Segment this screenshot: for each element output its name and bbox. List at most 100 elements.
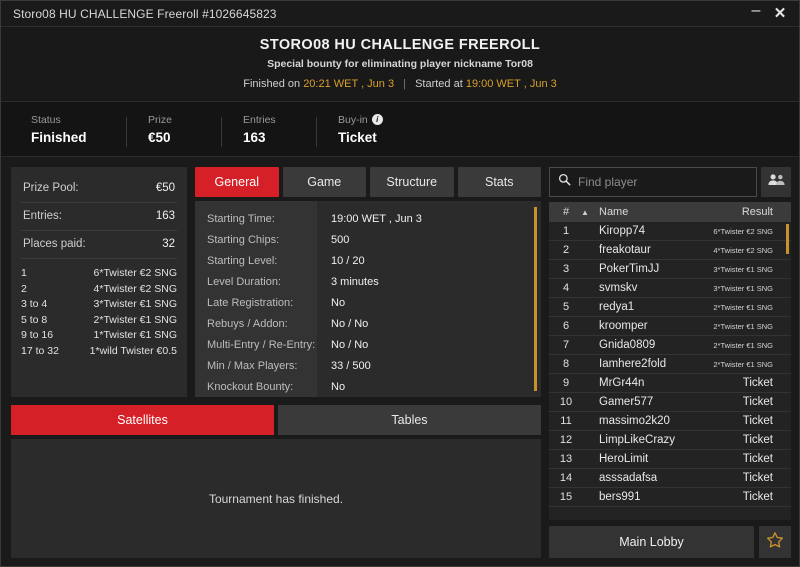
table-row[interactable]: 13 HeroLimit Ticket [549,450,791,469]
general-info-label: Starting Level: [207,255,278,267]
table-row[interactable]: 12 LimpLikeCrazy Ticket [549,431,791,450]
general-scrollbar[interactable] [534,207,537,391]
search-input[interactable] [578,175,748,189]
tab-tables[interactable]: Tables [278,405,541,435]
status-item-status: Status Finished [31,114,126,145]
column-header-number[interactable]: # [555,206,577,218]
search-box[interactable] [549,167,757,197]
player-name: LimpLikeCrazy [599,434,676,446]
tab-structure[interactable]: Structure [370,167,454,197]
general-info-value: No / No [331,318,369,330]
detail-tab-panel: General Game Structure Stats Starting Time:… [195,167,541,397]
player-result: 3*Twister €1 SNG [713,264,773,274]
player-name: HeroLimit [599,453,649,465]
table-row[interactable]: 14 asssadafsa Ticket [549,469,791,488]
player-result: Ticket [742,472,773,484]
player-rank: 6 [562,320,570,332]
player-rank: 5 [562,301,570,313]
player-result: 2*Twister €1 SNG [713,321,773,331]
info-icon[interactable]: i [371,114,383,125]
payout-row: 9 to 16 1*Twister €1 SNG [21,328,177,344]
right-column: # ▲ Name Result 1 Kiropp74 6*Twister €2 SN… [549,167,791,558]
payout-place: 17 to 32 [21,344,59,357]
general-scrollbar-thumb[interactable] [534,207,537,391]
table-row[interactable]: 10 Gamer577 Ticket [549,393,791,412]
general-info-value: 33 / 500 [331,360,371,372]
player-scrollbar-thumb[interactable] [786,224,789,254]
player-result: Ticket [742,415,773,427]
status-item-prize: Prize €50 [126,114,221,147]
player-name: PokerTimJJ [599,263,660,275]
player-name: redya1 [599,301,635,313]
payout-place: 3 to 4 [21,298,48,310]
lower-section: Satellites Tables Tournament has finished… [11,405,541,558]
general-info-labels: Starting Time: Starting Chips: Starting Le… [195,201,317,397]
favorite-star-button[interactable] [759,526,791,558]
tab-stats[interactable]: Stats [457,167,541,197]
player-rank: 14 [559,472,573,484]
status-label-text: Status [31,113,61,126]
tab-general[interactable]: General [195,167,279,197]
search-row [549,167,791,197]
prize-pool-panel: Prize Pool: €50 Entries: 163 Places paid: 32 … [11,167,187,397]
player-rank: 12 [559,434,573,446]
general-info-label: Starting Time: [207,213,275,225]
minimize-button[interactable]: – [745,3,767,25]
search-icon [558,173,571,191]
tournament-title: STORO08 HU CHALLENGE FREEROLL [259,37,541,53]
tab-satellites[interactable]: Satellites [11,405,274,435]
general-info-values: 19:00 WET , Jun 3 500 10 / 20 3 minutes No No… [317,201,541,397]
prize-summary-label: Prize Pool: [23,182,79,194]
prize-summary-value: €50 [155,182,175,194]
star-icon [766,531,784,554]
table-row[interactable]: 9 MrGr44n Ticket [549,374,791,393]
status-item-value: 163 [243,129,266,145]
tab-game[interactable]: Game [282,167,366,197]
table-row[interactable]: 11 massimo2k20 Ticket [549,412,791,431]
player-rows: 1 Kiropp74 6*Twister €2 SNG 2 freakotaur 4*Tw… [549,222,791,520]
status-label-text: Buy-in [338,113,368,126]
close-button[interactable]: ✕ [769,3,791,25]
started-label: Started at [415,78,463,90]
player-rank: 9 [562,377,570,389]
table-row[interactable]: 1 Kiropp74 6*Twister €2 SNG [549,222,791,241]
payout-place: 2 [21,282,27,295]
table-row[interactable]: 7 Gnida0809 2*Twister €1 SNG [549,336,791,355]
status-item-entries: Entries 163 [221,114,316,147]
table-row[interactable]: 5 redya1 2*Twister €1 SNG [549,298,791,317]
column-header-result[interactable]: Result [742,206,783,218]
player-name: Kiropp74 [599,225,646,237]
people-icon [767,173,785,191]
player-name: asssadafsa [599,472,658,484]
player-table: # ▲ Name Result 1 Kiropp74 6*Twister €2 SN… [549,202,791,520]
sort-ascending-icon[interactable]: ▲ [577,208,593,217]
window-controls: – ✕ [745,3,791,25]
general-info-value: 500 [331,234,350,246]
table-row[interactable]: 15 bers991 Ticket [549,488,791,507]
general-info-value: 10 / 20 [331,255,365,267]
general-info-panel: Starting Time: Starting Chips: Starting Le… [195,201,541,397]
table-row[interactable]: 3 PokerTimJJ 3*Twister €1 SNG [549,260,791,279]
people-icon-button[interactable] [761,167,791,197]
main-lobby-button[interactable]: Main Lobby [549,526,754,558]
player-scrollbar[interactable] [786,224,789,518]
player-rank: 3 [562,263,570,275]
player-name: bers991 [599,491,641,503]
player-rank: 11 [560,415,572,427]
table-row[interactable]: 6 kroomper 2*Twister €1 SNG [549,317,791,336]
status-item-label: Buy-in i [338,114,389,126]
tournament-times: Finished on 20:21 WET , Jun 3 | Started … [1,78,799,90]
payout-row: 3 to 4 3*Twister €1 SNG [21,297,177,313]
player-rank: 15 [559,491,573,503]
table-row[interactable]: 8 Iamhere2fold 2*Twister €1 SNG [549,355,791,374]
table-row[interactable]: 2 freakotaur 4*Twister €2 SNG [549,241,791,260]
upper-section: Prize Pool: €50 Entries: 163 Places paid: 32 … [11,167,541,397]
column-header-name[interactable]: Name [593,206,742,218]
player-name: MrGr44n [599,377,645,389]
player-name: Iamhere2fold [599,358,667,370]
status-item-label: Status [31,114,104,126]
table-row[interactable]: 4 svmskv 3*Twister €1 SNG [549,279,791,298]
player-table-header: # ▲ Name Result [549,202,791,222]
payout-place: 5 to 8 [21,313,48,326]
player-name: massimo2k20 [599,415,670,427]
